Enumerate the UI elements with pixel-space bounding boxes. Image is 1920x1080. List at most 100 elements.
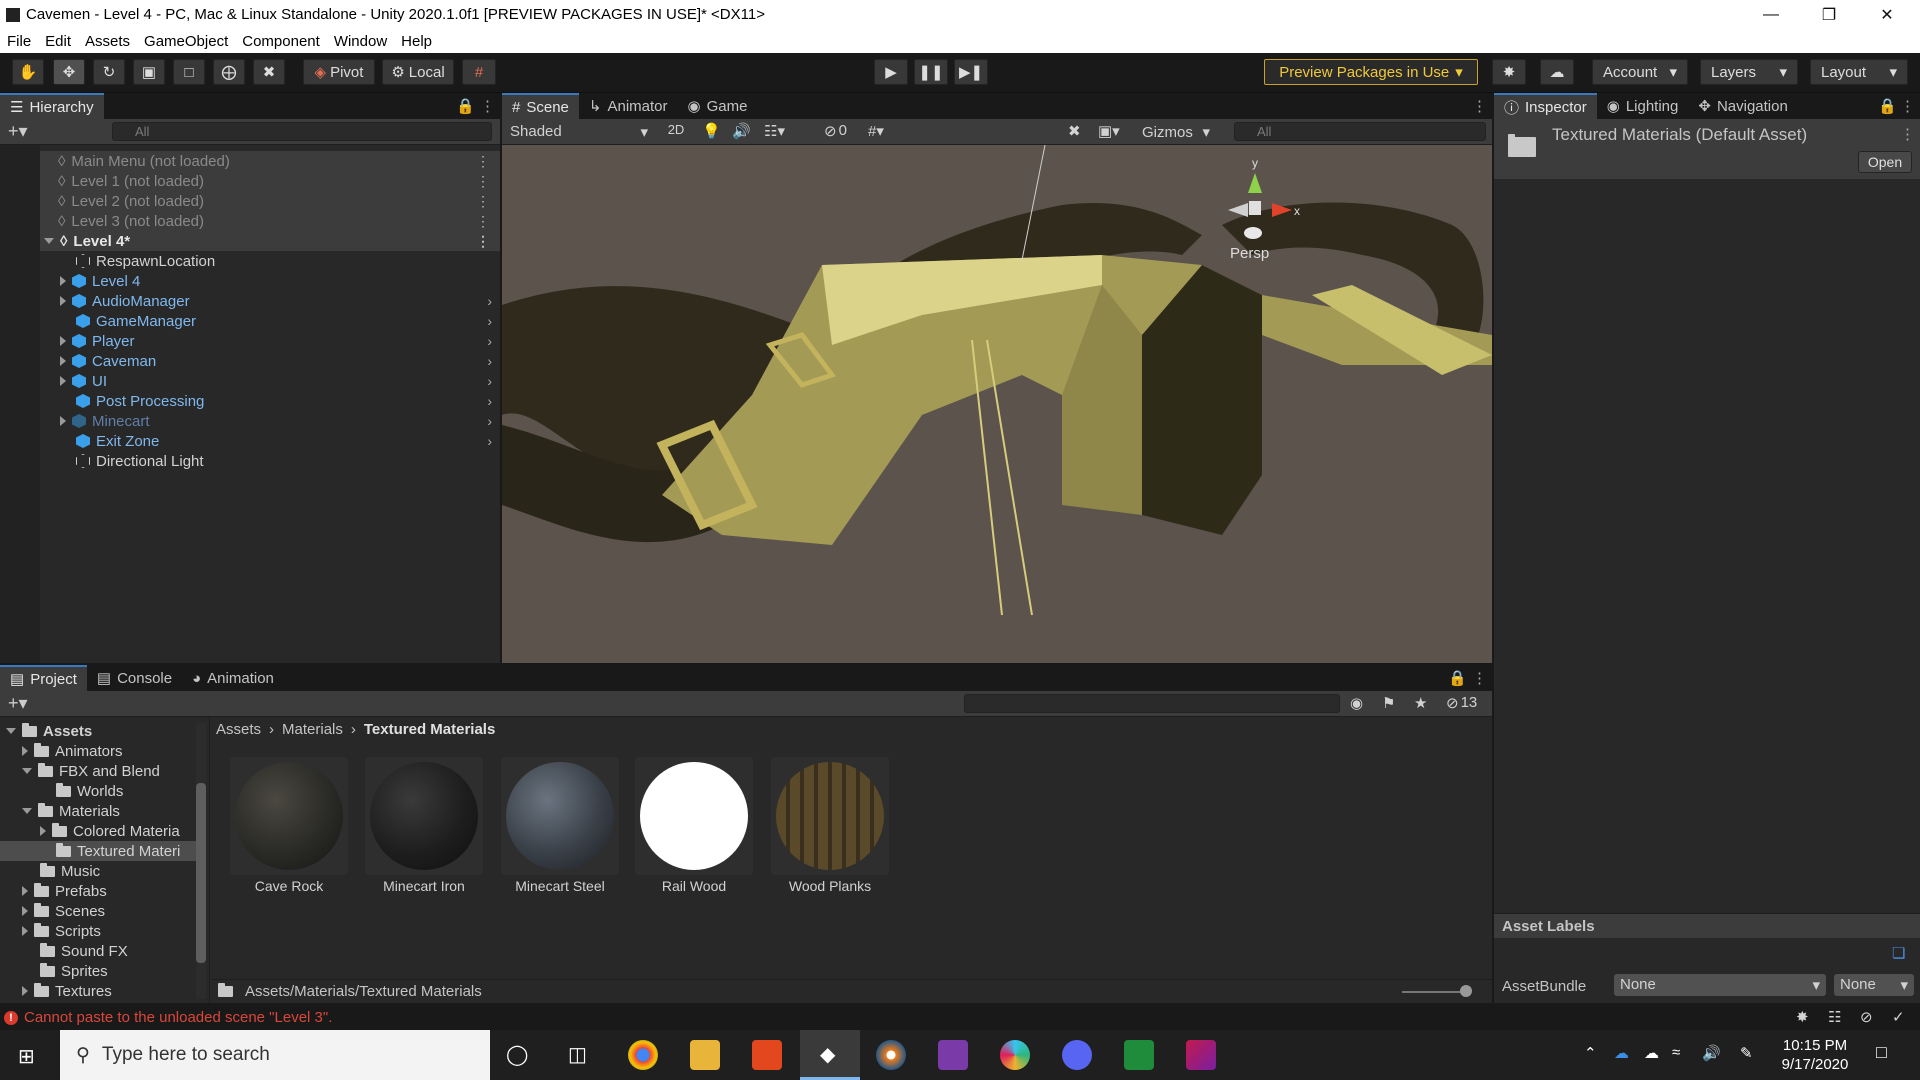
add-icon[interactable]: +▾ bbox=[8, 121, 28, 142]
hierarchy-item-audiomanager[interactable]: AudioManager › bbox=[60, 291, 500, 311]
camera-icon[interactable]: ▣▾ bbox=[1098, 122, 1120, 140]
material-cave-rock[interactable]: Cave Rock bbox=[230, 757, 348, 897]
filter-label-icon[interactable]: ⚑ bbox=[1382, 694, 1395, 712]
local-toggle[interactable]: ⚙ Local bbox=[382, 59, 454, 85]
sourcetree-icon[interactable] bbox=[1124, 1040, 1154, 1070]
hierarchy-item-ui[interactable]: UI › bbox=[60, 371, 500, 391]
tab-animator[interactable]: ↳ Animator bbox=[579, 93, 678, 119]
chevron-right-icon[interactable]: › bbox=[487, 353, 492, 369]
chevron-right-icon[interactable]: › bbox=[487, 293, 492, 309]
expand-arrow-icon[interactable] bbox=[22, 986, 28, 996]
slack-icon[interactable] bbox=[1000, 1040, 1030, 1070]
hierarchy-item-respawnlocation[interactable]: RespawnLocation bbox=[76, 251, 500, 271]
discord-icon[interactable] bbox=[1062, 1040, 1092, 1070]
tree-item-sprites[interactable]: Sprites bbox=[40, 961, 108, 981]
chevron-right-icon[interactable]: › bbox=[487, 313, 492, 329]
lighting-toggle-icon[interactable]: 💡 bbox=[702, 122, 721, 140]
volume-icon[interactable]: 🔊 bbox=[1702, 1044, 1721, 1062]
breadcrumb-materials[interactable]: Materials bbox=[282, 721, 343, 738]
tree-item-scenes[interactable]: Scenes bbox=[22, 901, 105, 921]
rect-tool-icon[interactable]: □ bbox=[173, 59, 205, 85]
tree-item-prefabs[interactable]: Prefabs bbox=[22, 881, 107, 901]
hierarchy-item-minecart[interactable]: Minecart › bbox=[60, 411, 500, 431]
tab-navigation[interactable]: ✥ Navigation bbox=[1688, 93, 1797, 119]
status-message[interactable]: Cannot paste to the unloaded scene "Leve… bbox=[24, 1009, 332, 1026]
scene-row-level-4[interactable]: ◊ Level 4* ⋮ bbox=[40, 231, 500, 251]
hidden-packages-toggle[interactable]: ⊘ 13 bbox=[1446, 694, 1477, 712]
unity-taskbar-button[interactable]: ◆ bbox=[800, 1030, 860, 1080]
play-button[interactable]: ▶ bbox=[874, 59, 908, 85]
expand-arrow-icon[interactable] bbox=[60, 416, 66, 426]
expand-arrow-icon[interactable] bbox=[22, 906, 28, 916]
expand-arrow-icon[interactable] bbox=[60, 376, 66, 386]
layout-dropdown[interactable]: Layout ▾ bbox=[1810, 59, 1908, 85]
expand-arrow-icon[interactable] bbox=[60, 296, 66, 306]
collab-icon[interactable]: ✸ bbox=[1492, 59, 1526, 85]
check-icon[interactable]: ✓ bbox=[1892, 1008, 1905, 1026]
onenote-icon[interactable] bbox=[938, 1040, 968, 1070]
tree-item-materials[interactable]: Materials bbox=[22, 801, 120, 821]
blender-icon[interactable] bbox=[876, 1040, 906, 1070]
assetbundle-dropdown[interactable]: None ▾ bbox=[1614, 974, 1826, 996]
cortana-icon[interactable]: ◯ bbox=[506, 1042, 528, 1067]
breadcrumb-assets[interactable]: Assets bbox=[216, 721, 261, 738]
shading-dropdown[interactable]: Shaded ▾ bbox=[506, 121, 652, 142]
move-tool-icon[interactable]: ✥ bbox=[53, 59, 85, 85]
chevron-up-icon[interactable]: ⌃ bbox=[1584, 1044, 1597, 1062]
tree-item-sound-fx[interactable]: Sound FX bbox=[40, 941, 128, 961]
row-menu-icon[interactable]: ⋮ bbox=[476, 213, 490, 230]
hierarchy-item-caveman[interactable]: Caveman › bbox=[60, 351, 500, 371]
audio-toggle-icon[interactable]: 🔊 bbox=[732, 122, 751, 140]
icon-size-slider-handle[interactable] bbox=[1460, 985, 1472, 997]
tree-item-textured-materials[interactable]: Textured Materi bbox=[0, 841, 196, 861]
expand-arrow-icon[interactable] bbox=[22, 886, 28, 896]
menu-window[interactable]: Window bbox=[327, 33, 394, 50]
hierarchy-search-input[interactable]: All bbox=[112, 122, 492, 141]
pause-button[interactable]: ❚❚ bbox=[914, 59, 948, 85]
menu-component[interactable]: Component bbox=[235, 33, 327, 50]
rider-icon[interactable] bbox=[1186, 1040, 1216, 1070]
project-search-input[interactable] bbox=[964, 694, 1340, 713]
kebab-menu-icon[interactable]: ⋮ bbox=[1900, 125, 1915, 143]
menu-edit[interactable]: Edit bbox=[38, 33, 78, 50]
windows-start-icon[interactable]: ⊞ bbox=[18, 1044, 35, 1069]
lighting-auto-icon[interactable]: ⊘ bbox=[1860, 1008, 1873, 1026]
material-rail-wood[interactable]: Rail Wood bbox=[635, 757, 753, 897]
expand-arrow-icon[interactable] bbox=[6, 728, 16, 734]
favorite-star-icon[interactable]: ★ bbox=[1414, 694, 1427, 712]
tab-hierarchy[interactable]: ☰ Hierarchy bbox=[0, 93, 104, 119]
layers-dropdown[interactable]: Layers ▾ bbox=[1700, 59, 1798, 85]
kebab-menu-icon[interactable]: ⋮ bbox=[1900, 97, 1915, 115]
menu-help[interactable]: Help bbox=[394, 33, 439, 50]
row-menu-icon[interactable]: ⋮ bbox=[476, 193, 490, 210]
material-minecart-iron[interactable]: Minecart Iron bbox=[365, 757, 483, 897]
tab-animation[interactable]: ◕ Animation bbox=[182, 665, 284, 691]
cache-icon[interactable]: ☷ bbox=[1828, 1008, 1841, 1026]
tree-item-worlds[interactable]: Worlds bbox=[56, 781, 123, 801]
pivot-toggle[interactable]: ◈ Pivot bbox=[303, 59, 375, 85]
material-minecart-steel[interactable]: Minecart Steel bbox=[501, 757, 619, 897]
expand-arrow-icon[interactable] bbox=[22, 746, 28, 756]
pen-icon[interactable]: ✎ bbox=[1740, 1044, 1753, 1062]
expand-arrow-icon[interactable] bbox=[60, 336, 66, 346]
tab-project[interactable]: ▤ Project bbox=[0, 665, 87, 691]
kebab-menu-icon[interactable]: ⋮ bbox=[1472, 669, 1487, 687]
grid-snap-icon[interactable]: # bbox=[462, 59, 496, 85]
tree-item-assets[interactable]: Assets bbox=[6, 721, 92, 741]
expand-arrow-icon[interactable] bbox=[60, 276, 66, 286]
tree-item-animators[interactable]: Animators bbox=[22, 741, 123, 761]
effects-toggle-icon[interactable]: ☷▾ bbox=[764, 122, 785, 140]
wifi-icon[interactable]: ≈ bbox=[1672, 1044, 1680, 1061]
tree-item-music[interactable]: Music bbox=[40, 861, 100, 881]
preview-packages-button[interactable]: Preview Packages in Use ▾ bbox=[1264, 59, 1478, 85]
hierarchy-item-player[interactable]: Player › bbox=[60, 331, 500, 351]
menu-file[interactable]: File bbox=[0, 33, 38, 50]
tree-item-colored-materials[interactable]: Colored Materia bbox=[40, 821, 180, 841]
clock[interactable]: 10:15 PM 9/17/2020 bbox=[1770, 1036, 1860, 1074]
lock-icon[interactable]: 🔒 bbox=[1448, 669, 1467, 687]
scene-row-level-3[interactable]: ◊ Level 3 (not loaded) ⋮ bbox=[40, 211, 500, 231]
menu-assets[interactable]: Assets bbox=[78, 33, 137, 50]
file-explorer-icon[interactable] bbox=[690, 1040, 720, 1070]
tab-game[interactable]: ◉ Game bbox=[678, 93, 758, 119]
hierarchy-item-exit-zone[interactable]: Exit Zone › bbox=[76, 431, 500, 451]
